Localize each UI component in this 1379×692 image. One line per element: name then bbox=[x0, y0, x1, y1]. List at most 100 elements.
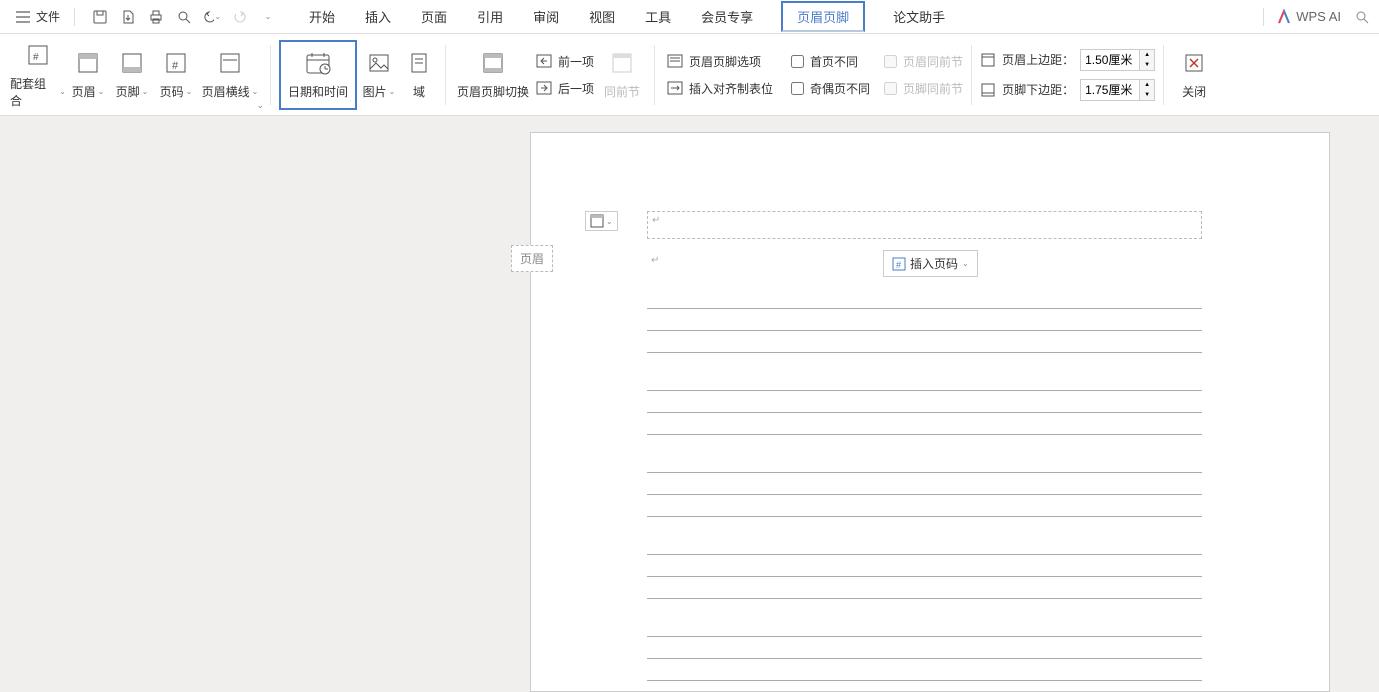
header-line-icon bbox=[219, 52, 241, 74]
header-margin-icon bbox=[980, 52, 996, 68]
tab-review[interactable]: 审阅 bbox=[531, 1, 561, 32]
chevron-down-icon: ⌄ bbox=[389, 87, 396, 96]
header-button[interactable]: 页眉⌄ bbox=[66, 40, 110, 110]
footer-margin-icon bbox=[980, 82, 996, 98]
wps-ai-label: WPS AI bbox=[1296, 9, 1341, 24]
tab-thesis[interactable]: 论文助手 bbox=[891, 1, 947, 32]
header-top-label: 页眉上边距： bbox=[1002, 51, 1074, 68]
undo-icon bbox=[203, 10, 214, 24]
wps-ai-button[interactable]: WPS AI bbox=[1276, 9, 1341, 25]
same-prev-button: 同前节 bbox=[598, 40, 646, 110]
chevron-down-icon: ⌄ bbox=[59, 87, 66, 96]
header-tag: 页眉 bbox=[511, 245, 553, 272]
print-preview-button[interactable] bbox=[175, 8, 193, 26]
tab-tools[interactable]: 工具 bbox=[643, 1, 673, 32]
header-line-button[interactable]: 页眉横线⌄ bbox=[198, 40, 262, 110]
options-button[interactable]: 页眉页脚选项 bbox=[663, 51, 777, 72]
ruled-lines bbox=[647, 287, 1202, 681]
spin-down[interactable]: ▼ bbox=[1140, 90, 1154, 100]
separator bbox=[1163, 45, 1164, 105]
divider bbox=[74, 8, 75, 26]
tab-bar: 开始 插入 页面 引用 审阅 视图 工具 会员专享 页眉页脚 论文助手 bbox=[307, 1, 947, 32]
combo-icon: # bbox=[26, 43, 50, 67]
undo-button[interactable]: ⌄ bbox=[203, 8, 221, 26]
datetime-button[interactable]: 日期和时间 bbox=[279, 40, 357, 110]
page-number-button[interactable]: # 页码⌄ bbox=[154, 40, 198, 110]
qat-more-button[interactable]: ⌄ bbox=[259, 8, 277, 26]
align-tab-icon bbox=[667, 81, 683, 95]
insert-page-number-button[interactable]: # 插入页码 ⌄ bbox=[883, 250, 978, 277]
svg-text:#: # bbox=[33, 52, 39, 63]
search-icon bbox=[1354, 9, 1370, 25]
export-button[interactable] bbox=[119, 8, 137, 26]
chevron-down-icon: ⌄ bbox=[214, 12, 221, 21]
tab-header-footer[interactable]: 页眉页脚 bbox=[781, 1, 865, 32]
combo-set-button[interactable]: # 配套组合⌄ bbox=[10, 40, 66, 110]
print-button[interactable] bbox=[147, 8, 165, 26]
odd-even-diff-checkbox[interactable]: 奇偶页不同 bbox=[791, 78, 870, 99]
prev-icon bbox=[536, 54, 552, 68]
next-button[interactable]: 后一项 bbox=[532, 78, 598, 99]
options-icon bbox=[667, 54, 683, 68]
chevron-down-icon: ⌄ bbox=[606, 217, 613, 226]
redo-icon bbox=[233, 10, 247, 24]
svg-text:#: # bbox=[172, 60, 179, 72]
chevron-down-icon: ⌄ bbox=[142, 87, 149, 96]
tab-page[interactable]: 页面 bbox=[419, 1, 449, 32]
separator bbox=[445, 45, 446, 105]
field-icon bbox=[409, 52, 429, 74]
svg-text:#: # bbox=[896, 260, 901, 270]
print-icon bbox=[148, 9, 164, 25]
redo-button[interactable] bbox=[231, 8, 249, 26]
header-top-input[interactable]: ▲▼ bbox=[1080, 49, 1155, 71]
tab-view[interactable]: 视图 bbox=[587, 1, 617, 32]
divider bbox=[1263, 8, 1264, 26]
search-button[interactable] bbox=[1353, 8, 1371, 26]
calendar-icon bbox=[305, 51, 331, 75]
page[interactable]: ⌄ ↵ 页眉 ↵ # 插入页码 ⌄ bbox=[530, 132, 1330, 692]
preview-icon bbox=[176, 9, 192, 25]
footer-bottom-input[interactable]: ▲▼ bbox=[1080, 79, 1155, 101]
spin-up[interactable]: ▲ bbox=[1140, 50, 1154, 60]
page-number-small-icon: # bbox=[892, 257, 906, 271]
page-number-icon: # bbox=[165, 52, 187, 74]
file-menu-label: 文件 bbox=[36, 8, 60, 25]
first-page-diff-checkbox[interactable]: 首页不同 bbox=[791, 51, 870, 72]
header-icon bbox=[77, 52, 99, 74]
document-area: ⌄ ↵ 页眉 ↵ # 插入页码 ⌄ bbox=[0, 116, 1379, 604]
hamburger-icon bbox=[16, 11, 30, 23]
footer-same-prev-checkbox: 页脚同前节 bbox=[884, 78, 963, 99]
insert-align-button[interactable]: 插入对齐制表位 bbox=[663, 78, 777, 99]
footer-button[interactable]: 页脚⌄ bbox=[110, 40, 154, 110]
prev-button[interactable]: 前一项 bbox=[532, 51, 598, 72]
picture-icon bbox=[368, 53, 390, 73]
chevron-down-icon: ⌄ bbox=[186, 87, 193, 96]
footer-bottom-label: 页脚下边距： bbox=[1002, 81, 1074, 98]
separator bbox=[971, 45, 972, 105]
header-region[interactable]: ↵ bbox=[647, 211, 1202, 239]
switch-button[interactable]: 页眉页脚切换 bbox=[454, 40, 532, 110]
group-launcher[interactable]: ⌄ bbox=[256, 100, 264, 111]
tab-insert[interactable]: 插入 bbox=[363, 1, 393, 32]
save-button[interactable] bbox=[91, 8, 109, 26]
picture-button[interactable]: 图片⌄ bbox=[357, 40, 401, 110]
chevron-down-icon: ⌄ bbox=[265, 12, 272, 21]
spin-up[interactable]: ▲ bbox=[1140, 80, 1154, 90]
header-same-prev-checkbox: 页眉同前节 bbox=[884, 51, 963, 72]
file-menu-button[interactable]: 文件 bbox=[8, 4, 68, 29]
tab-member[interactable]: 会员专享 bbox=[699, 1, 755, 32]
spin-down[interactable]: ▼ bbox=[1140, 60, 1154, 70]
close-button[interactable]: 关闭 bbox=[1172, 40, 1216, 110]
chevron-down-icon: ⌄ bbox=[962, 259, 969, 268]
paragraph-mark: ↵ bbox=[651, 255, 659, 266]
separator bbox=[270, 45, 271, 105]
close-icon bbox=[1184, 53, 1204, 73]
field-button[interactable]: 域 bbox=[401, 40, 437, 110]
chevron-down-icon: ⌄ bbox=[98, 87, 105, 96]
tab-start[interactable]: 开始 bbox=[307, 1, 337, 32]
paragraph-mark: ↵ bbox=[648, 213, 664, 228]
tab-reference[interactable]: 引用 bbox=[475, 1, 505, 32]
header-options-dropdown[interactable]: ⌄ bbox=[585, 211, 618, 231]
ai-icon bbox=[1276, 9, 1292, 25]
save-icon bbox=[92, 9, 108, 25]
